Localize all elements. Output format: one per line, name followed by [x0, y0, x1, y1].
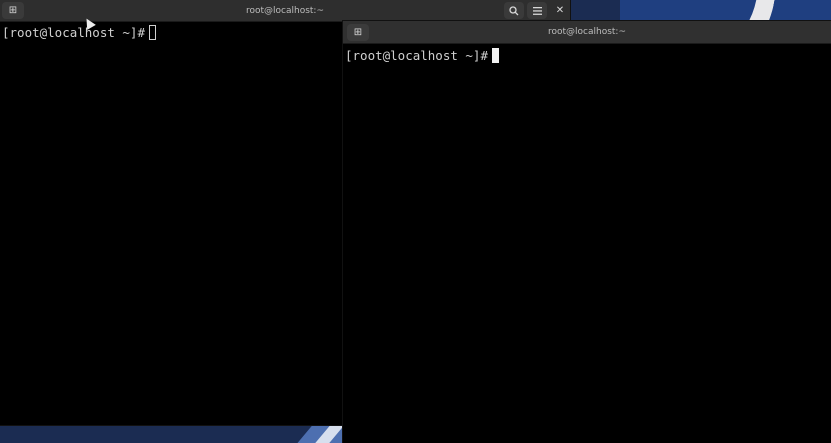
window-controls: ✕ [504, 2, 570, 19]
window-title: root@localhost:~ [547, 27, 627, 37]
new-tab-button[interactable]: ⊞ [347, 23, 369, 41]
text-cursor [492, 48, 499, 63]
window-title: root@localhost:~ [245, 5, 325, 16]
close-icon: ✕ [555, 5, 565, 16]
shell-prompt: [root@localhost ~]# [2, 25, 145, 40]
new-tab-button[interactable]: ⊞ [2, 2, 24, 19]
terminal-output[interactable]: [root@localhost ~]# [0, 22, 346, 41]
shell-prompt: [root@localhost ~]# [345, 48, 488, 63]
terminal-window-right[interactable]: ⊞ root@localhost:~ [root@localhost ~]# [343, 21, 831, 443]
terminal-output[interactable]: [root@localhost ~]# [343, 44, 831, 64]
hamburger-menu-icon [532, 6, 542, 15]
menu-button[interactable] [527, 2, 547, 19]
close-button[interactable]: ✕ [550, 2, 570, 19]
text-cursor [149, 25, 156, 40]
plus-box-icon: ⊞ [8, 5, 18, 16]
search-button[interactable] [504, 2, 524, 19]
titlebar[interactable]: ⊞ root@localhost:~ [343, 21, 831, 44]
search-icon [509, 5, 519, 15]
plus-box-icon: ⊞ [353, 26, 363, 38]
